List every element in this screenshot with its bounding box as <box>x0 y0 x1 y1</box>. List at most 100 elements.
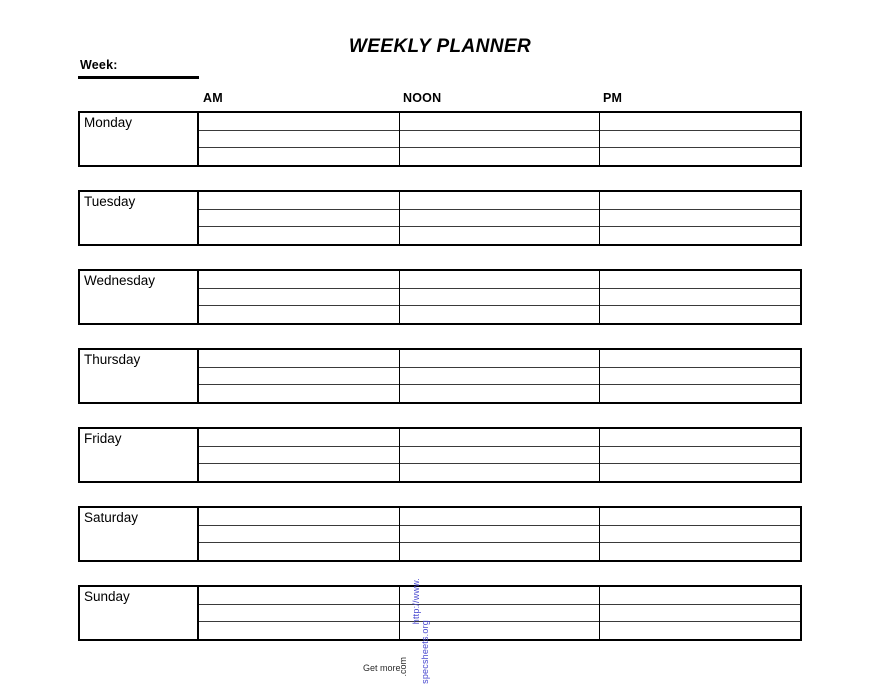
slot-cell[interactable] <box>199 429 399 447</box>
slot-cell[interactable] <box>199 605 399 623</box>
slot-cell[interactable] <box>399 271 600 289</box>
day-label: Tuesday <box>84 194 136 209</box>
slot-column-noon <box>399 429 601 481</box>
slot-cell[interactable] <box>399 368 600 386</box>
slot-cell[interactable] <box>600 587 801 605</box>
slot-column-noon <box>399 271 601 323</box>
slot-cell[interactable] <box>600 192 801 210</box>
slot-cell[interactable] <box>199 227 399 244</box>
day-name-cell-wednesday: Wednesday <box>80 271 199 323</box>
slot-cell[interactable] <box>600 271 801 289</box>
slot-cell[interactable] <box>199 543 399 560</box>
watermark-get-more-label: Get more <box>363 663 401 673</box>
slot-cell[interactable] <box>400 543 600 560</box>
slot-cell[interactable] <box>199 148 399 165</box>
slot-cell[interactable] <box>199 385 399 402</box>
slot-cell[interactable] <box>399 508 600 526</box>
slot-cell[interactable] <box>399 526 600 544</box>
slot-cell[interactable] <box>199 289 399 307</box>
slot-column-pm <box>600 271 801 323</box>
slot-cell[interactable] <box>199 508 399 526</box>
day-name-cell-sunday: Sunday <box>80 587 199 639</box>
slot-cell[interactable] <box>199 192 399 210</box>
slot-cell[interactable] <box>600 464 800 481</box>
slot-cell[interactable] <box>600 210 801 228</box>
slot-column-am <box>199 271 400 323</box>
slot-column-am <box>199 429 400 481</box>
day-name-cell-tuesday: Tuesday <box>80 192 199 244</box>
slot-cell[interactable] <box>600 131 801 149</box>
slot-column-pm <box>600 508 801 560</box>
slot-cell[interactable] <box>199 306 399 323</box>
slot-cell[interactable] <box>400 306 600 323</box>
slot-cell[interactable] <box>399 192 600 210</box>
day-label: Friday <box>84 431 122 446</box>
slot-column-noon <box>399 192 601 244</box>
slot-column-noon <box>399 350 601 402</box>
slot-cell[interactable] <box>399 605 600 623</box>
slot-column-am <box>199 192 400 244</box>
slot-cell[interactable] <box>600 526 801 544</box>
slot-cell[interactable] <box>600 605 801 623</box>
slot-cell[interactable] <box>199 210 399 228</box>
slot-cell[interactable] <box>600 447 801 465</box>
slot-cell[interactable] <box>399 587 600 605</box>
slot-cell[interactable] <box>600 289 801 307</box>
slot-cell[interactable] <box>600 429 801 447</box>
slot-cell[interactable] <box>600 113 801 131</box>
slot-cell[interactable] <box>400 385 600 402</box>
slot-column-noon <box>399 508 601 560</box>
day-block-tuesday: Tuesday <box>78 190 802 246</box>
slot-cell[interactable] <box>399 447 600 465</box>
slot-cell[interactable] <box>199 526 399 544</box>
slot-cell[interactable] <box>600 622 800 639</box>
column-header-pm: PM <box>603 91 623 105</box>
day-name-cell-thursday: Thursday <box>80 350 199 402</box>
slot-cell[interactable] <box>199 447 399 465</box>
slot-cell[interactable] <box>199 131 399 149</box>
day-block-saturday: Saturday <box>78 506 802 562</box>
slot-cell[interactable] <box>199 271 399 289</box>
slot-cell[interactable] <box>199 587 399 605</box>
day-block-monday: Monday <box>78 111 802 167</box>
slot-cell[interactable] <box>600 368 801 386</box>
week-label: Week: <box>80 58 118 72</box>
day-slots-monday <box>199 113 801 165</box>
slot-column-noon <box>399 587 601 639</box>
slot-cell[interactable] <box>600 385 800 402</box>
slot-cell[interactable] <box>400 148 600 165</box>
slot-cell[interactable] <box>399 350 600 368</box>
slot-cell[interactable] <box>399 113 600 131</box>
slot-cell[interactable] <box>199 350 399 368</box>
slot-cell[interactable] <box>400 622 600 639</box>
slot-cell[interactable] <box>399 429 600 447</box>
day-slots-tuesday <box>199 192 801 244</box>
slot-cell[interactable] <box>600 227 800 244</box>
slot-cell[interactable] <box>399 210 600 228</box>
slot-cell[interactable] <box>199 622 399 639</box>
week-underline <box>78 76 199 79</box>
slot-cell[interactable] <box>199 464 399 481</box>
slot-cell[interactable] <box>199 113 399 131</box>
slot-cell[interactable] <box>399 289 600 307</box>
slot-cell[interactable] <box>199 368 399 386</box>
slot-cell[interactable] <box>600 350 801 368</box>
slot-cell[interactable] <box>600 543 800 560</box>
slot-cell[interactable] <box>600 306 800 323</box>
planner-grid: Monday Tuesday Wednesday Thursday Friday… <box>78 111 802 664</box>
slot-column-am <box>199 350 400 402</box>
day-label: Sunday <box>84 589 130 604</box>
slot-column-pm <box>600 350 801 402</box>
day-label: Wednesday <box>84 273 156 288</box>
slot-column-pm <box>600 587 801 639</box>
column-header-am: AM <box>203 91 223 105</box>
slot-cell[interactable] <box>399 131 600 149</box>
slot-cell[interactable] <box>600 148 800 165</box>
week-field[interactable]: Week: <box>78 58 199 80</box>
slot-cell[interactable] <box>400 227 600 244</box>
slot-column-pm <box>600 113 801 165</box>
day-slots-wednesday <box>199 271 801 323</box>
slot-cell[interactable] <box>600 508 801 526</box>
slot-cell[interactable] <box>400 464 600 481</box>
weekly-planner-page: WEEKLY PLANNER Week: AM NOON PM Monday T… <box>0 0 880 684</box>
